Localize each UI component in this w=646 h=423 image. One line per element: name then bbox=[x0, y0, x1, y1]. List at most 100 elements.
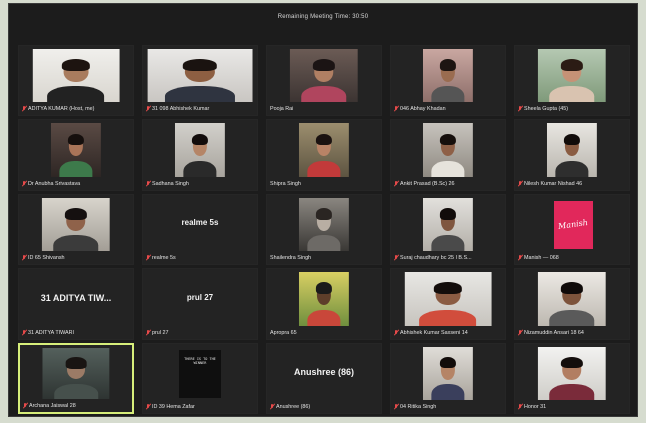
participant-tile[interactable]: Pooja Rai bbox=[266, 45, 382, 117]
meeting-window: Remaining Meeting Time: 30:50 ADITYA KUM… bbox=[8, 3, 638, 417]
participant-display-name: realme 5s bbox=[181, 218, 219, 228]
participant-video bbox=[298, 123, 350, 177]
participant-tile[interactable]: 31 ADITYA TIW... 31 ADITYA TIWARI bbox=[18, 268, 134, 340]
muted-mic-icon bbox=[146, 180, 150, 187]
participant-name-label: ID 65 Shivansh bbox=[22, 253, 130, 263]
participant-name-label: Dr Anubha Srivastava bbox=[22, 179, 130, 189]
participant-video bbox=[404, 272, 492, 326]
participant-tile[interactable]: Sheela Gupta (45) bbox=[514, 45, 630, 117]
muted-mic-icon bbox=[22, 180, 26, 187]
muted-mic-icon bbox=[394, 106, 398, 112]
participant-name-label: Sadhana Singh bbox=[146, 179, 254, 189]
participant-name-label: 04 Ritika Singh bbox=[394, 402, 502, 412]
participant-tile[interactable]: Sadhana Singh bbox=[142, 119, 258, 191]
participant-name-label: 046 Abhay Khadan bbox=[394, 104, 502, 114]
participant-tile[interactable]: THERE IS TO THE WINNER ID 39 Hema Zafar bbox=[142, 342, 258, 414]
muted-mic-icon bbox=[270, 404, 274, 410]
participant-display-name: Anushree (86) bbox=[293, 367, 355, 378]
participant-name-label: Abhishek Kumar Saxseni 14 bbox=[394, 328, 502, 338]
muted-mic-icon bbox=[518, 329, 522, 336]
participant-video bbox=[147, 49, 253, 103]
participant-name-label: Archana Jaiswal 28 bbox=[23, 401, 129, 411]
participant-tile[interactable]: 31 098 Abhishek Kumar bbox=[142, 45, 258, 117]
participant-video bbox=[422, 197, 474, 252]
muted-mic-icon bbox=[146, 404, 150, 410]
participant-video bbox=[537, 346, 607, 400]
participant-video bbox=[298, 197, 350, 252]
participant-name-label: Apropra 65 bbox=[270, 329, 297, 336]
muted-mic-icon bbox=[22, 106, 26, 112]
participant-video bbox=[422, 49, 474, 103]
participant-name-label: Sheela Gupta (45) bbox=[518, 104, 626, 114]
meeting-timer-bar: Remaining Meeting Time: 30:50 bbox=[9, 4, 637, 30]
participant-video bbox=[537, 272, 607, 326]
participant-profile-picture: THERE IS TO THE WINNER bbox=[179, 349, 221, 398]
participant-tile[interactable]: ID 65 Shivansh bbox=[18, 193, 134, 266]
participant-video bbox=[537, 49, 607, 103]
muted-mic-icon bbox=[394, 255, 398, 261]
participant-tile[interactable]: prul 27 prul 27 bbox=[142, 268, 258, 340]
participant-tile[interactable]: Dr Anubha Srivastava bbox=[18, 119, 134, 191]
participant-name-label: Nizamuddin Ansari 18 64 bbox=[518, 328, 626, 338]
muted-mic-icon bbox=[22, 255, 26, 261]
participant-video bbox=[32, 49, 120, 103]
participant-name-label: 31 098 Abhishek Kumar bbox=[146, 104, 254, 114]
participant-name-label: ADITYA KUMAR (Host, me) bbox=[22, 104, 130, 114]
participant-tile[interactable]: Nizamuddin Ansari 18 64 bbox=[514, 268, 630, 340]
participant-tile[interactable]: Nilesh Kumar Nishad 46 bbox=[514, 119, 630, 191]
participant-tile[interactable]: Shailendra Singh bbox=[266, 193, 382, 266]
participant-tile[interactable]: 04 Ritika Singh bbox=[390, 342, 506, 414]
participant-video bbox=[42, 347, 110, 399]
participant-video bbox=[298, 272, 350, 326]
participant-tile[interactable]: Anushree (86) Anushree (86) bbox=[266, 342, 382, 414]
muted-mic-icon bbox=[394, 180, 398, 187]
participant-tile[interactable]: Manish Manish — 068 bbox=[514, 193, 630, 266]
muted-mic-icon bbox=[22, 329, 26, 336]
participant-video bbox=[289, 49, 359, 103]
participant-gallery: ADITYA KUMAR (Host, me) 31 098 Abhishek … bbox=[18, 45, 630, 414]
muted-mic-icon bbox=[146, 106, 150, 112]
participant-tile[interactable]: Shipra Singh bbox=[266, 119, 382, 191]
participant-tile[interactable]: ADITYA KUMAR (Host, me) bbox=[18, 45, 134, 117]
participant-name-label: prul 27 bbox=[146, 328, 254, 338]
participant-name-label: Pooja Rai bbox=[270, 106, 294, 113]
participant-name-label: Shailendra Singh bbox=[270, 255, 312, 262]
participant-name-label: Nilesh Kumar Nishad 46 bbox=[518, 179, 626, 189]
participant-tile[interactable]: Ankit Prasad (B.Sc) 26 bbox=[390, 119, 506, 191]
participant-name-card: Manish bbox=[553, 200, 593, 250]
participant-name-label: Shipra Singh bbox=[270, 180, 301, 187]
participant-tile[interactable]: Suraj chaudhary bc 25 I B.S... bbox=[390, 193, 506, 266]
muted-mic-icon bbox=[394, 404, 398, 410]
participant-video bbox=[422, 346, 474, 400]
participant-video bbox=[546, 123, 598, 177]
participant-name-label: ID 39 Hema Zafar bbox=[146, 402, 254, 412]
participant-tile[interactable]: 046 Abhay Khadan bbox=[390, 45, 506, 117]
muted-mic-icon bbox=[518, 180, 522, 187]
participant-video bbox=[41, 197, 111, 252]
active-speaker-tile[interactable]: Archana Jaiswal 28 bbox=[18, 342, 134, 414]
participant-tile[interactable]: Apropra 65 bbox=[266, 268, 382, 340]
participant-tile[interactable]: Abhishek Kumar Saxseni 14 bbox=[390, 268, 506, 340]
muted-mic-icon bbox=[518, 106, 522, 112]
participant-name-label: 31 ADITYA TIWARI bbox=[22, 328, 130, 338]
muted-mic-icon bbox=[23, 403, 27, 409]
participant-name-label: Ankit Prasad (B.Sc) 26 bbox=[394, 179, 502, 189]
participant-name-label: Suraj chaudhary bc 25 I B.S... bbox=[394, 253, 502, 263]
participant-tile[interactable]: Honor 31 bbox=[514, 342, 630, 414]
participant-name-label: realme 5s bbox=[146, 253, 254, 263]
muted-mic-icon bbox=[394, 329, 398, 336]
participant-name-label: Honor 31 bbox=[518, 402, 626, 412]
remaining-time-banner: Remaining Meeting Time: 30:50 bbox=[277, 14, 369, 20]
participant-name-label: Manish — 068 bbox=[518, 253, 626, 263]
participant-video bbox=[50, 123, 102, 177]
participant-display-name: prul 27 bbox=[186, 292, 214, 302]
muted-mic-icon bbox=[518, 404, 522, 410]
participant-name-label: Anushree (86) bbox=[270, 402, 378, 412]
participant-display-name: 31 ADITYA TIW... bbox=[40, 292, 112, 303]
participant-video bbox=[174, 123, 226, 177]
participant-tile[interactable]: realme 5s realme 5s bbox=[142, 193, 258, 266]
muted-mic-icon bbox=[146, 329, 150, 336]
muted-mic-icon bbox=[146, 255, 150, 261]
participant-video bbox=[422, 123, 474, 177]
muted-mic-icon bbox=[518, 255, 522, 261]
